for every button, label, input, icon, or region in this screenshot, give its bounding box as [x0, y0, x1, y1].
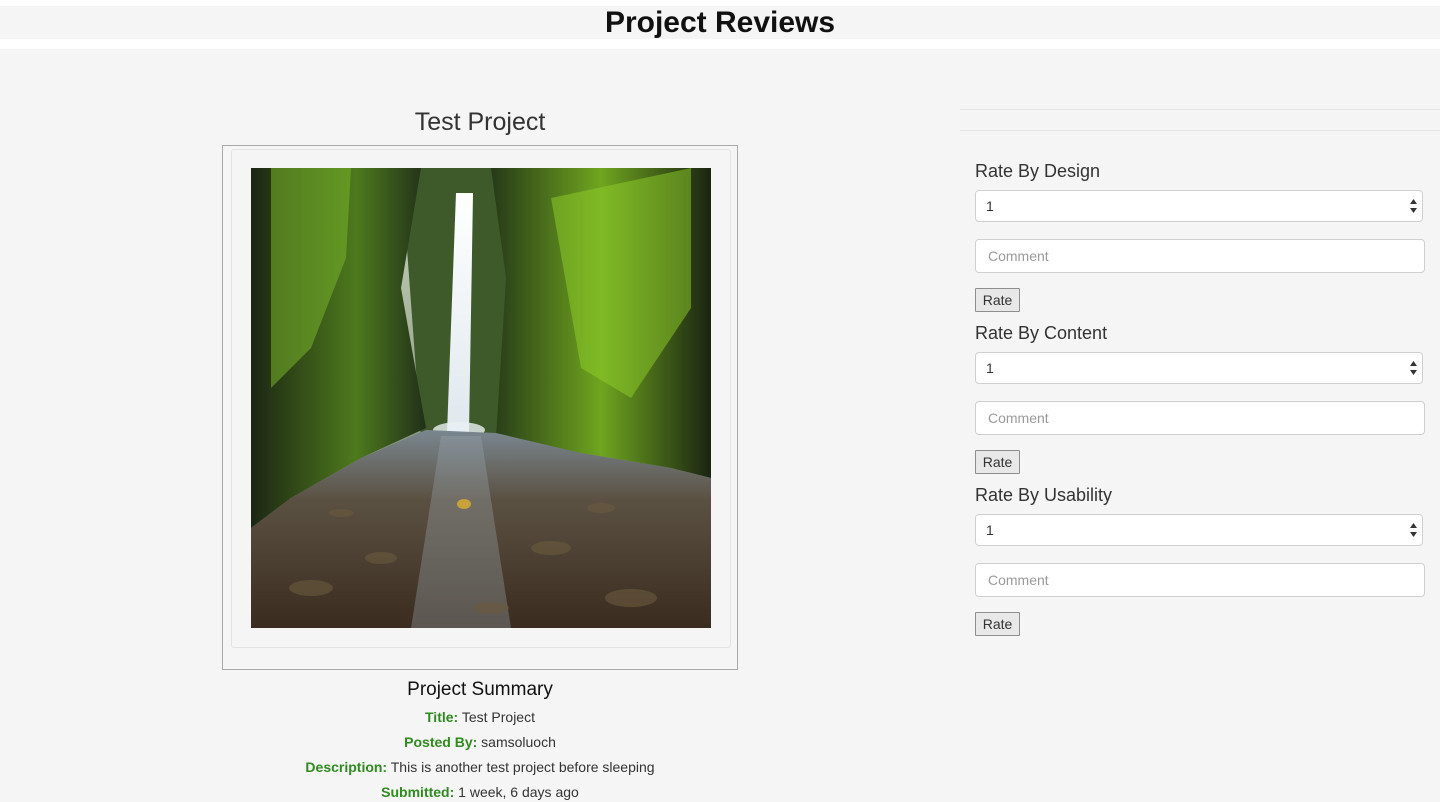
summary-submitted-label: Submitted:	[381, 784, 455, 800]
rating-divider-bottom	[960, 130, 1440, 131]
rate-design-selected-value: 1	[986, 198, 994, 214]
summary-title-row: Title: Test Project	[220, 707, 740, 727]
summary-submitted-value: 1 week, 6 days ago	[458, 784, 579, 800]
rate-content-comment-input[interactable]	[975, 401, 1425, 435]
rate-content-heading: Rate By Content	[975, 323, 1108, 343]
project-summary-heading: Project Summary	[407, 679, 553, 700]
select-arrows-icon	[1410, 523, 1417, 537]
rate-design-select[interactable]: 1	[975, 190, 1423, 222]
rate-usability-selected-value: 1	[986, 522, 994, 538]
summary-description-label: Description:	[305, 759, 388, 775]
summary-posted-label: Posted By:	[404, 734, 478, 750]
select-arrows-icon	[1410, 199, 1417, 213]
project-image[interactable]	[251, 168, 711, 628]
waterfall-photo	[251, 168, 711, 628]
rate-usability-select[interactable]: 1	[975, 514, 1423, 546]
rating-divider-top	[960, 109, 1440, 110]
page-title: Project Reviews	[604, 6, 836, 39]
summary-submitted-row: Submitted: 1 week, 6 days ago	[220, 782, 740, 802]
project-image-card	[231, 149, 731, 648]
rate-design-button[interactable]: Rate	[975, 288, 1020, 312]
header-divider	[0, 39, 1440, 49]
summary-description-value: This is another test project before slee…	[390, 759, 655, 775]
rate-usability-comment-input[interactable]	[975, 563, 1425, 597]
rate-usability-heading: Rate By Usability	[975, 485, 1113, 505]
rate-design-comment-input[interactable]	[975, 239, 1425, 273]
rate-usability-button[interactable]: Rate	[975, 612, 1020, 636]
summary-posted-value: samsoluoch	[481, 734, 556, 750]
summary-title-label: Title:	[425, 709, 459, 725]
summary-posted-row: Posted By: samsoluoch	[220, 732, 740, 752]
rate-content-selected-value: 1	[986, 360, 994, 376]
summary-description-row: Description: This is another test projec…	[220, 757, 740, 777]
rate-content-select[interactable]: 1	[975, 352, 1423, 384]
summary-title-value: Test Project	[461, 709, 535, 725]
project-image-frame	[222, 145, 738, 670]
rate-content-button[interactable]: Rate	[975, 450, 1020, 474]
page-header: Project Reviews	[0, 6, 1440, 39]
rate-design-heading: Rate By Design	[975, 161, 1101, 181]
select-arrows-icon	[1410, 361, 1417, 375]
project-title: Test Project	[414, 108, 546, 136]
